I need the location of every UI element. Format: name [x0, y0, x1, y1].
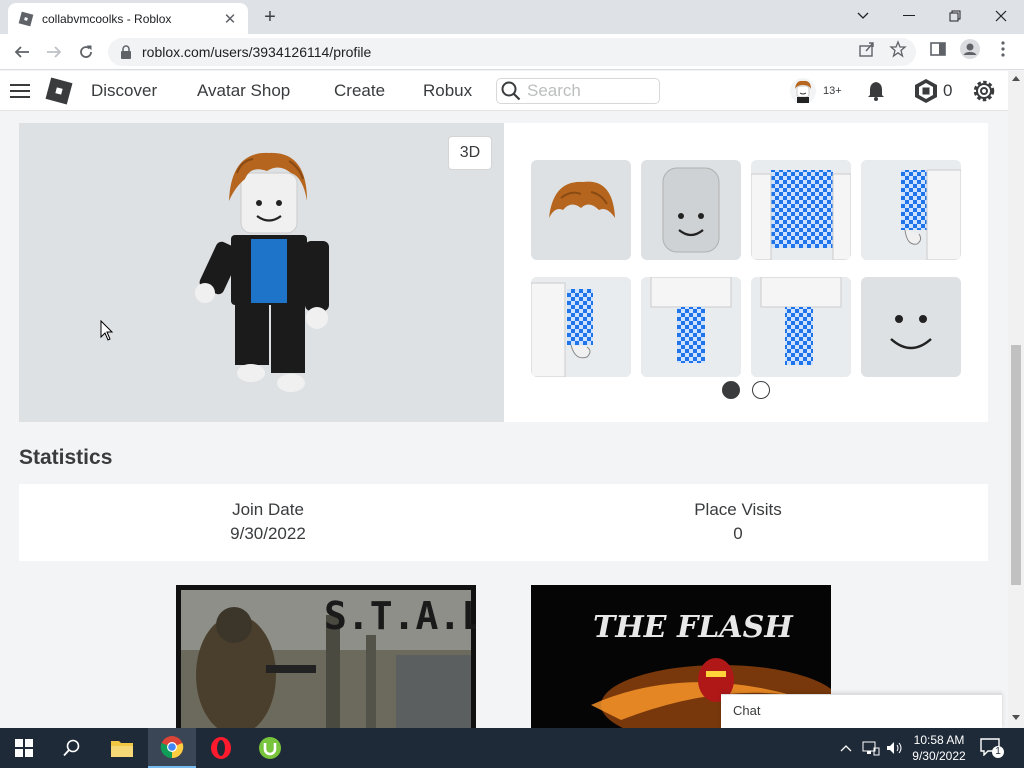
notification-center-button[interactable]: 1 [980, 738, 1004, 758]
nav-discover[interactable]: Discover [91, 81, 157, 101]
statistics-heading: Statistics [19, 446, 113, 469]
join-date-label: Join Date [232, 500, 304, 519]
opera-taskbar-button[interactable] [197, 728, 245, 768]
chrome-icon [160, 736, 184, 759]
folder-icon [111, 741, 133, 757]
user-avatar-thumbnail[interactable] [789, 77, 817, 105]
bookmark-star-icon[interactable] [889, 40, 907, 58]
statistics-panel: Join Date 9/30/2022 Place Visits 0 [19, 484, 988, 561]
item-hair[interactable] [531, 160, 631, 260]
mouse-cursor-icon [100, 320, 114, 341]
chat-bar[interactable]: Chat [721, 694, 1002, 728]
item-right-arm[interactable] [861, 160, 961, 260]
utorrent-icon [259, 737, 281, 759]
item-left-leg[interactable] [641, 277, 741, 377]
scroll-up-arrow-icon[interactable] [1011, 74, 1021, 82]
item-left-arm[interactable] [531, 277, 631, 377]
nav-avatar-shop[interactable]: Avatar Shop [197, 81, 290, 101]
minimize-icon[interactable] [886, 0, 932, 32]
game-title-stalker: S.T.A.L.K.E.R [324, 594, 476, 638]
robux-icon[interactable] [913, 78, 939, 104]
taskbar-search-button[interactable] [48, 728, 96, 768]
avatar-viewer [19, 123, 504, 422]
restore-icon[interactable] [932, 0, 978, 32]
game-card-stalker[interactable]: S.T.A.L.K.E.R [176, 585, 476, 728]
browser-tab[interactable]: collabvmcoolks - Roblox ✕ [8, 3, 248, 34]
roblox-navbar: Discover Avatar Shop Create Robux 13+ 0 [0, 71, 1008, 111]
nav-create[interactable]: Create [334, 81, 385, 101]
robux-count: 0 [943, 81, 953, 100]
place-visits-value: 0 [733, 524, 743, 543]
age-badge: 13+ [823, 85, 842, 97]
browser-tab-strip: collabvmcoolks - Roblox ✕ + [0, 0, 1024, 34]
avatar-render[interactable] [179, 143, 349, 403]
game-title-flash: THE FLASH [593, 610, 794, 645]
nav-robux[interactable]: Robux [423, 81, 472, 101]
profile-avatar-icon[interactable] [960, 39, 980, 59]
back-icon[interactable] [8, 38, 36, 66]
toggle-3d-button[interactable]: 3D [448, 136, 492, 170]
roblox-favicon-icon [18, 11, 34, 26]
chrome-taskbar-button[interactable] [148, 728, 196, 768]
windows-logo-icon [15, 739, 33, 757]
windows-taskbar: 10:58 AM 9/30/2022 1 [0, 728, 1024, 768]
opera-icon [211, 737, 231, 759]
clock-date: 9/30/2022 [912, 749, 966, 763]
roblox-logo-icon[interactable] [44, 76, 74, 106]
url-text: roblox.com/users/3934126114/profile [142, 44, 372, 60]
tray-expand-chevron-icon[interactable] [840, 744, 852, 752]
search-input[interactable] [527, 81, 647, 101]
address-bar[interactable]: roblox.com/users/3934126114/profile [108, 38, 916, 66]
scrollbar-thumb[interactable] [1011, 345, 1021, 585]
item-torso[interactable] [751, 160, 851, 260]
join-date-value: 9/30/2022 [230, 524, 306, 543]
browser-menu-icon[interactable] [994, 40, 1012, 58]
notifications-bell-icon[interactable] [865, 80, 887, 102]
carousel-dot[interactable] [752, 381, 770, 399]
system-clock[interactable]: 10:58 AM 9/30/2022 [908, 732, 970, 764]
volume-icon[interactable] [886, 740, 904, 756]
item-right-leg[interactable] [751, 277, 851, 377]
tab-search-chevron-icon[interactable] [840, 0, 886, 32]
file-explorer-button[interactable] [98, 728, 146, 768]
settings-gear-icon[interactable] [971, 78, 997, 104]
side-panel-icon[interactable] [929, 40, 947, 58]
tab-close-icon[interactable]: ✕ [222, 11, 238, 28]
share-icon[interactable] [858, 40, 876, 58]
place-visits-label: Place Visits [694, 500, 782, 519]
utorrent-taskbar-button[interactable] [246, 728, 294, 768]
start-button[interactable] [0, 728, 48, 768]
chat-label: Chat [733, 703, 761, 718]
scroll-down-arrow-icon[interactable] [1011, 714, 1021, 722]
close-window-icon[interactable] [978, 0, 1024, 32]
search-icon [501, 81, 521, 101]
reload-icon[interactable] [72, 38, 100, 66]
search-box[interactable] [496, 78, 660, 104]
clock-time: 10:58 AM [913, 733, 965, 747]
item-face[interactable] [861, 277, 961, 377]
carousel-dot-active[interactable] [722, 381, 740, 399]
lock-icon [121, 45, 131, 59]
item-head[interactable] [641, 160, 741, 260]
network-icon[interactable] [862, 740, 880, 756]
search-icon [63, 739, 80, 757]
tab-title: collabvmcoolks - Roblox [42, 11, 172, 26]
hamburger-menu-icon[interactable] [10, 83, 30, 99]
new-tab-icon[interactable]: + [258, 5, 282, 29]
browser-toolbar: roblox.com/users/3934126114/profile [0, 34, 1024, 70]
notification-count-badge: 1 [992, 746, 1004, 758]
forward-icon[interactable] [40, 38, 68, 66]
